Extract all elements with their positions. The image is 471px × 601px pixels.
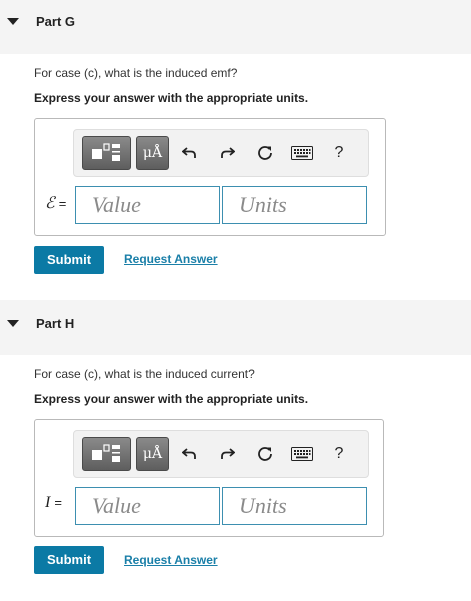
part-title: Part H [36, 316, 75, 331]
part-title: Part G [36, 14, 76, 29]
redo-icon[interactable] [216, 142, 238, 164]
equals-sign: = [54, 495, 62, 510]
question-text: For case (c), what is the induced emf? [34, 66, 238, 80]
reset-icon[interactable] [254, 443, 276, 465]
keyboard-icon[interactable] [290, 142, 314, 164]
question-text: For case (c), what is the induced curren… [34, 367, 255, 381]
variable-label: ℰ = [45, 193, 66, 213]
value-input[interactable]: Value [75, 487, 220, 525]
collapse-caret-icon[interactable] [7, 320, 19, 327]
part-g-header[interactable]: Part G [0, 0, 471, 54]
submit-button[interactable]: Submit [34, 546, 104, 574]
variable-symbol: ℰ [45, 195, 55, 212]
equals-sign: = [58, 196, 67, 211]
answer-box: μÅ ? I = Value Units [34, 419, 384, 537]
help-icon[interactable]: ? [328, 142, 350, 164]
redo-icon[interactable] [216, 443, 238, 465]
units-button[interactable]: μÅ [136, 437, 169, 471]
templates-button[interactable] [82, 136, 131, 170]
units-input[interactable]: Units [222, 487, 367, 525]
templates-button[interactable] [82, 437, 131, 471]
request-answer-link[interactable]: Request Answer [124, 252, 218, 266]
math-toolbar: μÅ ? [73, 430, 369, 478]
templates-icon [92, 143, 120, 161]
part-h-header[interactable]: Part H [0, 300, 471, 355]
submit-button[interactable]: Submit [34, 246, 104, 274]
undo-icon[interactable] [179, 142, 201, 164]
instruction-text: Express your answer with the appropriate… [34, 392, 309, 406]
help-icon[interactable]: ? [328, 443, 350, 465]
answer-box: μÅ ? ℰ = Value Units [34, 118, 386, 236]
variable-label: I = [45, 494, 62, 512]
templates-icon [92, 444, 120, 462]
variable-symbol: I [45, 494, 51, 511]
value-input[interactable]: Value [75, 186, 220, 224]
units-button[interactable]: μÅ [136, 136, 169, 170]
keyboard-icon[interactable] [290, 443, 314, 465]
request-answer-link[interactable]: Request Answer [124, 553, 218, 567]
units-input[interactable]: Units [222, 186, 367, 224]
collapse-caret-icon[interactable] [7, 18, 19, 25]
math-toolbar: μÅ ? [73, 129, 369, 177]
instruction-text: Express your answer with the appropriate… [34, 91, 309, 105]
reset-icon[interactable] [254, 142, 276, 164]
undo-icon[interactable] [179, 443, 201, 465]
